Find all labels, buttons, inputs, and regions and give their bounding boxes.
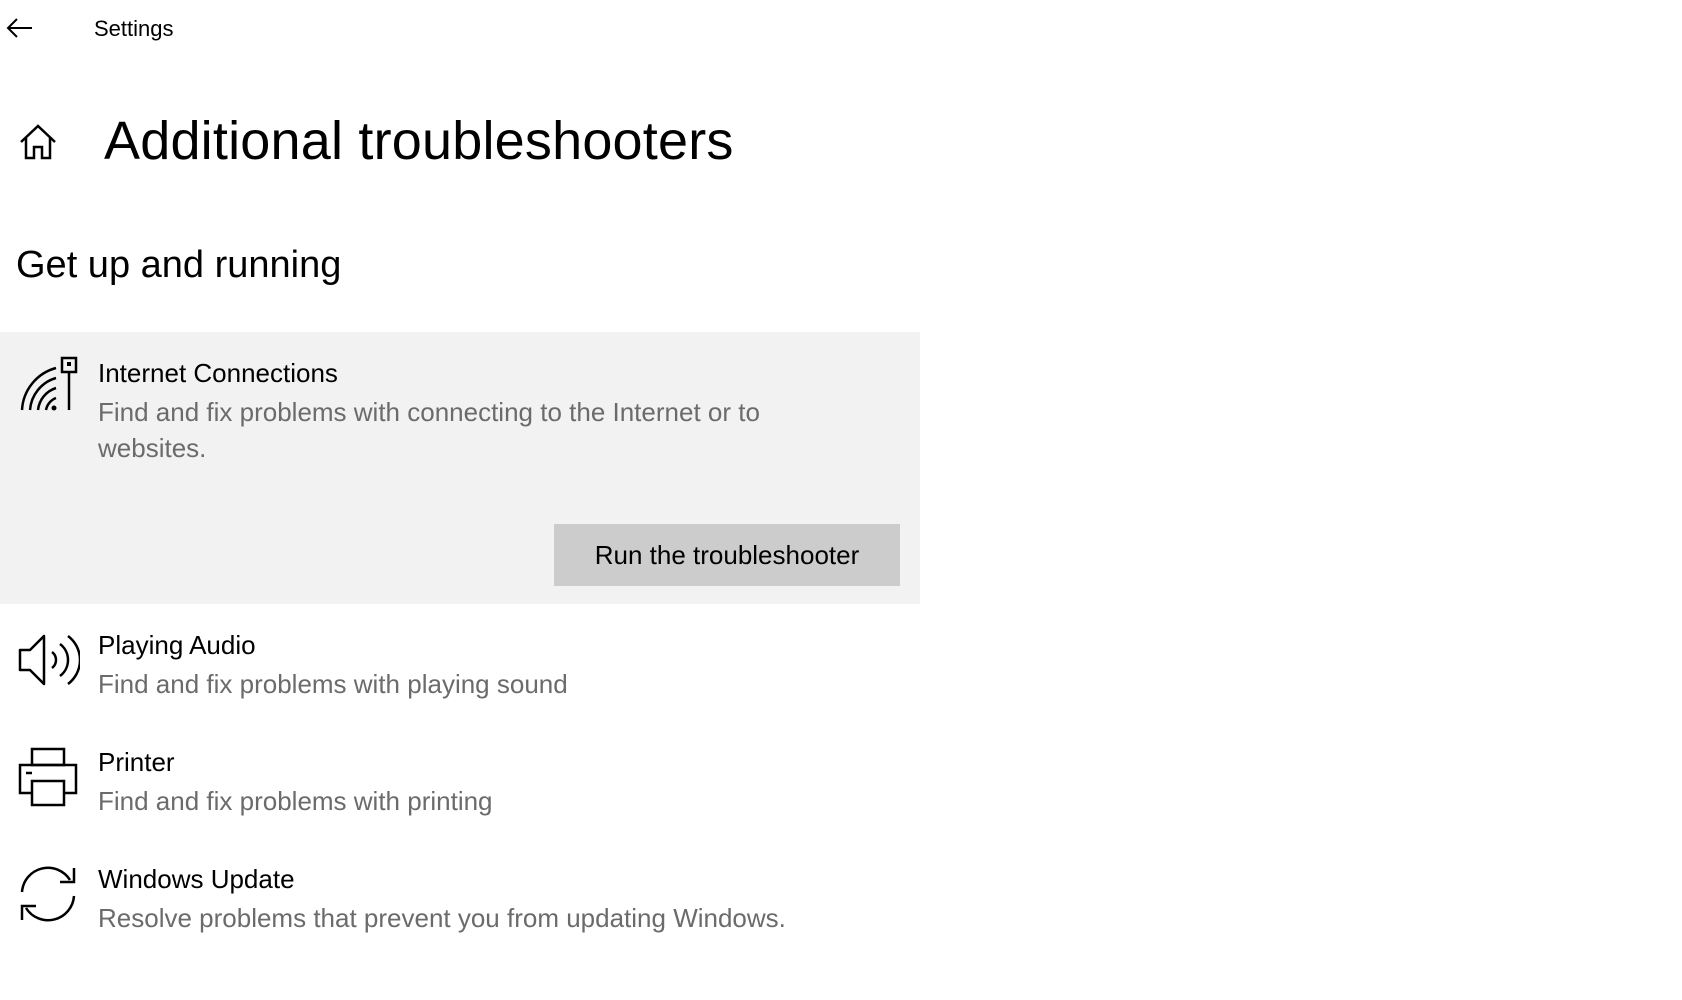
troubleshooter-description: Find and fix problems with playing sound bbox=[98, 669, 568, 699]
section-title: Get up and running bbox=[16, 244, 342, 286]
troubleshooter-text: Internet Connections Find and fix proble… bbox=[98, 356, 898, 466]
troubleshooter-title: Printer bbox=[98, 747, 175, 777]
troubleshooter-text: Playing Audio Find and fix problems with… bbox=[98, 628, 898, 702]
troubleshooter-windows-update[interactable]: Windows Update Resolve problems that pre… bbox=[0, 838, 920, 955]
network-signal-icon bbox=[16, 354, 80, 418]
troubleshooter-internet-connections[interactable]: Internet Connections Find and fix proble… bbox=[0, 332, 920, 604]
sync-icon bbox=[16, 862, 80, 926]
troubleshooter-list: Internet Connections Find and fix proble… bbox=[0, 332, 920, 955]
troubleshooter-playing-audio[interactable]: Playing Audio Find and fix problems with… bbox=[0, 604, 920, 721]
home-button[interactable] bbox=[16, 120, 60, 164]
troubleshooter-title: Windows Update bbox=[98, 864, 295, 894]
home-icon bbox=[20, 124, 56, 160]
troubleshooter-description: Find and fix problems with printing bbox=[98, 786, 493, 816]
speaker-icon bbox=[16, 628, 80, 692]
troubleshooter-description: Resolve problems that prevent you from u… bbox=[98, 903, 786, 933]
troubleshooter-text: Printer Find and fix problems with print… bbox=[98, 745, 898, 819]
printer-icon bbox=[16, 745, 80, 809]
run-troubleshooter-button[interactable]: Run the troubleshooter bbox=[554, 524, 900, 586]
troubleshooter-printer[interactable]: Printer Find and fix problems with print… bbox=[0, 721, 920, 838]
back-arrow-icon bbox=[6, 18, 32, 38]
troubleshooter-text: Windows Update Resolve problems that pre… bbox=[98, 862, 898, 936]
title-bar: Settings bbox=[0, 0, 1682, 56]
page-header: Additional troubleshooters bbox=[0, 100, 900, 180]
back-button[interactable] bbox=[0, 8, 40, 48]
troubleshooter-title: Playing Audio bbox=[98, 630, 256, 660]
app-title: Settings bbox=[94, 16, 174, 41]
troubleshooter-title: Internet Connections bbox=[98, 358, 338, 388]
troubleshooter-description: Find and fix problems with connecting to… bbox=[98, 397, 760, 463]
page-title: Additional troubleshooters bbox=[104, 111, 734, 171]
